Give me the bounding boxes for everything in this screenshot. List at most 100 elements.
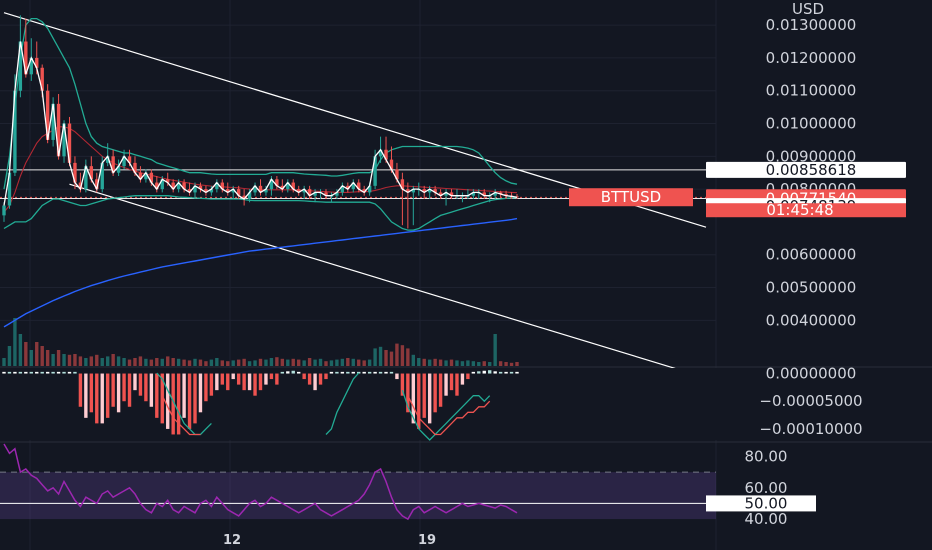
macd-histogram-bar [378,371,383,374]
macd-histogram-bar [373,371,377,374]
volume-bar [417,358,421,366]
macd-histogram-bar [155,373,159,418]
volume-bar [340,358,345,366]
volume-bar [253,360,257,366]
macd-histogram-bar [236,373,241,385]
volume-bar [247,361,252,366]
volume-bar [18,334,23,366]
volume-bar [302,360,306,366]
volume-bar [427,359,432,366]
volume-bar [477,362,481,366]
volume-bar [466,360,470,366]
macd-histogram-bar [280,371,285,374]
volume-bar [504,362,508,366]
volume-bar [422,358,426,366]
price-tick-label: 0.01100000 [766,82,857,100]
macd-histogram-bar [187,373,192,429]
macd-histogram-bar [253,373,257,396]
rsi-tick-label: 80.00 [745,448,788,466]
volume-bar [515,362,519,366]
macd-histogram-bar [18,371,23,374]
macd-histogram-bar [242,373,246,391]
macd-histogram-bar [56,371,61,374]
volume-bar [166,356,170,366]
volume-bar [329,360,334,366]
price-tick-label: 0.01300000 [766,16,857,34]
volume-bar [100,358,104,366]
volume-bar [264,359,268,366]
macd-histogram-bar [193,373,197,424]
volume-bar [269,358,274,366]
volume-bar [378,346,383,366]
macd-histogram-bar [449,373,454,391]
volume-bar [291,358,295,366]
macd-histogram-bar [313,373,317,391]
volume-bar [286,359,290,366]
macd-histogram-bar [220,373,224,385]
macd-histogram-bar [329,371,334,374]
macd-histogram-bar [509,371,514,374]
volume-bar [29,350,33,366]
volume-bar [78,356,83,366]
volume-bar [204,361,208,366]
macd-histogram-bar [105,373,110,418]
volume-bar [73,354,77,366]
price-tick-label: 0.01000000 [766,115,857,133]
volume-bar [67,354,72,366]
volume-bar [84,358,88,366]
volume-bar [389,351,394,366]
volume-bar [122,358,126,366]
macd-histogram-bar [84,373,88,418]
macd-histogram-bar [7,371,12,374]
macd-histogram-bar [346,371,350,374]
volume-bar [509,362,514,366]
macd-histogram-bar [291,370,295,374]
macd-histogram-bar [95,373,99,424]
volume-bar [198,359,203,366]
macd-histogram-bar [264,373,268,385]
macd-histogram-bar [297,371,301,374]
volume-bar [24,342,28,366]
volume-bar [357,359,361,366]
volume-bar [362,360,366,366]
macd-histogram-bar [231,373,235,380]
macd-histogram-bar [182,373,186,418]
countdown-label: 01:45:48 [766,201,833,219]
volume-bar [460,361,465,366]
volume-bar [444,360,448,366]
trading-chart[interactable]: USD 0.01300000 0.01200000 0.01100000 0.0100… [0,0,932,550]
macd-histogram-bar [324,373,328,380]
macd-histogram-bar [498,371,503,374]
volume-bar [116,356,121,366]
macd-histogram-bar [258,373,263,391]
volume-bar [384,350,388,366]
volume-bar [318,358,323,366]
chart-canvas[interactable]: USD 0.013000000.012000000.011000000.0100… [0,0,932,550]
macd-histogram-bar [427,373,432,424]
macd-histogram-bar [13,371,17,374]
volume-bar [45,350,50,366]
macd-histogram-bar [226,373,230,391]
macd-histogram-bar [62,371,66,374]
macd-tick-label: 0.00000000 [766,365,857,383]
volume-bar [149,359,154,366]
volume-bar [182,359,186,366]
macd-histogram-bar [384,371,388,374]
macd-histogram-bar [149,373,154,407]
price-tag[interactable]: 0.00858618 [706,161,906,179]
macd-histogram-bar [455,373,459,396]
symbol-label[interactable]: BTTUSD [601,188,661,206]
volume-bar [258,358,263,366]
volume-bar [488,362,492,366]
volume-bar [209,359,214,366]
volume-bar [95,354,99,366]
macd-histogram-bar [504,371,508,374]
volume-bar [406,348,410,366]
volume-bar [51,354,55,366]
volume-bar [280,358,285,366]
macd-histogram-bar [302,373,306,380]
volume-bar [138,356,143,366]
volume-bar [275,357,279,366]
macd-histogram-bar [29,371,33,374]
macd-histogram-bar [204,373,208,402]
